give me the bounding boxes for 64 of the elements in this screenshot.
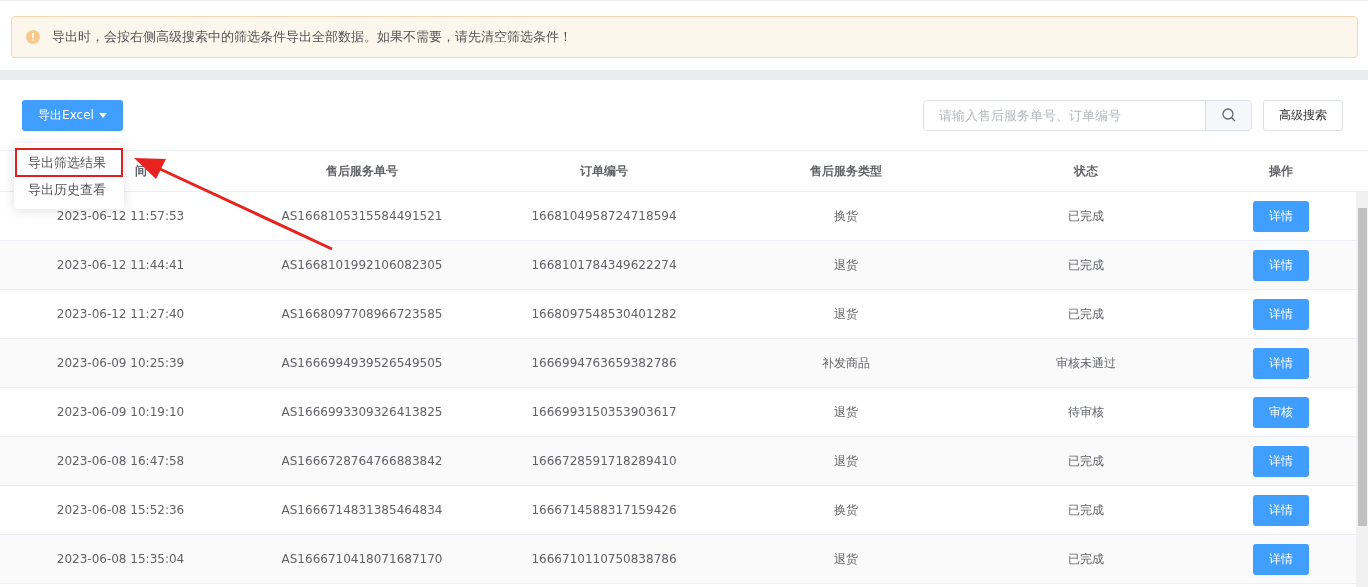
action-button[interactable]: 审核: [1253, 396, 1309, 428]
table-cell-text: 退货: [832, 403, 859, 421]
search-icon: [1221, 108, 1236, 122]
table-cell-text: 退货: [832, 305, 859, 323]
table-cell-text: 1666993150353903617: [530, 404, 678, 421]
column-header: 售后服务单号: [326, 162, 398, 180]
table-cell-text: 已完成: [1067, 256, 1105, 274]
table-cell-text: 2023-06-09 10:19:10: [55, 404, 186, 421]
table-cell-text: 1666710110750838786: [530, 551, 678, 568]
table-cell-text: AS1666993309326413825: [280, 404, 444, 421]
table-cell-text: 1668104958724718594: [530, 208, 678, 225]
table-cell-text: AS1668105315584491521: [280, 208, 444, 225]
table-cell-text: 2023-06-08 15:52:36: [55, 502, 186, 519]
menu-item[interactable]: 导出筛选结果: [16, 149, 122, 176]
table-cell-text: 1668097548530401282: [530, 306, 678, 323]
table-cell-text: AS1666994939526549505: [280, 355, 444, 372]
table-cell-text: 换货: [832, 207, 859, 225]
table-cell-text: 换货: [832, 501, 859, 519]
table-cell-text: 1666728591718289410: [530, 453, 678, 470]
table-cell-text: AS1668097708966723585: [280, 306, 444, 323]
alert-text: 导出时，会按右侧高级搜索中的筛选条件导出全部数据。如果不需要，请先清空筛选条件！: [52, 28, 572, 46]
action-button[interactable]: 详情: [1253, 445, 1309, 477]
action-button[interactable]: 详情: [1253, 494, 1309, 526]
scrollbar[interactable]: [1356, 192, 1368, 587]
search-field[interactable]: 请输入售后服务单号、订单编号: [923, 99, 1252, 131]
action-button[interactable]: 详情: [1253, 347, 1309, 379]
info-icon: [26, 30, 40, 44]
table-cell-text: 退货: [832, 550, 859, 568]
table-cell-text: 已完成: [1067, 550, 1105, 568]
export-button[interactable]: 导出Excel: [22, 99, 123, 131]
table-cell-text: 补发商品: [820, 354, 871, 372]
action-button[interactable]: 详情: [1253, 543, 1309, 575]
table-cell-text: 2023-06-12 11:57:53: [55, 208, 186, 225]
table-cell-text: 2023-06-08 16:47:58: [55, 453, 186, 470]
menu-item[interactable]: 导出历史查看: [14, 176, 124, 203]
table-cell-text: AS1666728764766883842: [280, 453, 444, 470]
table-cell-text: 审核未通过: [1055, 354, 1117, 372]
action-button[interactable]: 详情: [1253, 249, 1309, 281]
table-cell-text: 2023-06-09 10:25:39: [55, 355, 186, 372]
table-cell-text: 2023-06-12 11:44:41: [55, 257, 186, 274]
table-cell-text: AS1666714831385464834: [280, 502, 444, 519]
table-cell-text: 1666714588317159426: [530, 502, 678, 519]
advanced-search-button[interactable]: 高级搜索: [1263, 99, 1343, 131]
table-cell-text: AS1668101992106082305: [280, 257, 444, 274]
table-cell-text: 已完成: [1067, 305, 1105, 323]
table-cell-text: AS1666710418071687170: [280, 551, 444, 568]
column-header: 状态: [1074, 162, 1098, 180]
table-cell-text: 退货: [832, 256, 859, 274]
column-header: 订单编号: [580, 162, 628, 180]
table-cell-text: 待审核: [1067, 403, 1105, 421]
column-header: 操作: [1269, 162, 1293, 180]
table-cell-text: 退货: [832, 452, 859, 470]
table-cell-text: 已完成: [1067, 207, 1105, 225]
action-button[interactable]: 详情: [1253, 298, 1309, 330]
table-cell-text: 2023-06-12 11:27:40: [55, 306, 186, 323]
caret-icon: [98, 112, 107, 118]
table-cell-text: 已完成: [1067, 452, 1105, 470]
column-header: 售后服务类型: [809, 162, 882, 180]
action-button[interactable]: 详情: [1253, 200, 1309, 232]
search-button[interactable]: [1205, 100, 1251, 130]
table-cell-text: 2023-06-08 15:35:04: [55, 551, 186, 568]
table-cell-text: 1666994763659382786: [530, 355, 678, 372]
table-cell-text: 已完成: [1067, 501, 1105, 519]
table-cell-text: 1668101784349622274: [530, 257, 678, 274]
